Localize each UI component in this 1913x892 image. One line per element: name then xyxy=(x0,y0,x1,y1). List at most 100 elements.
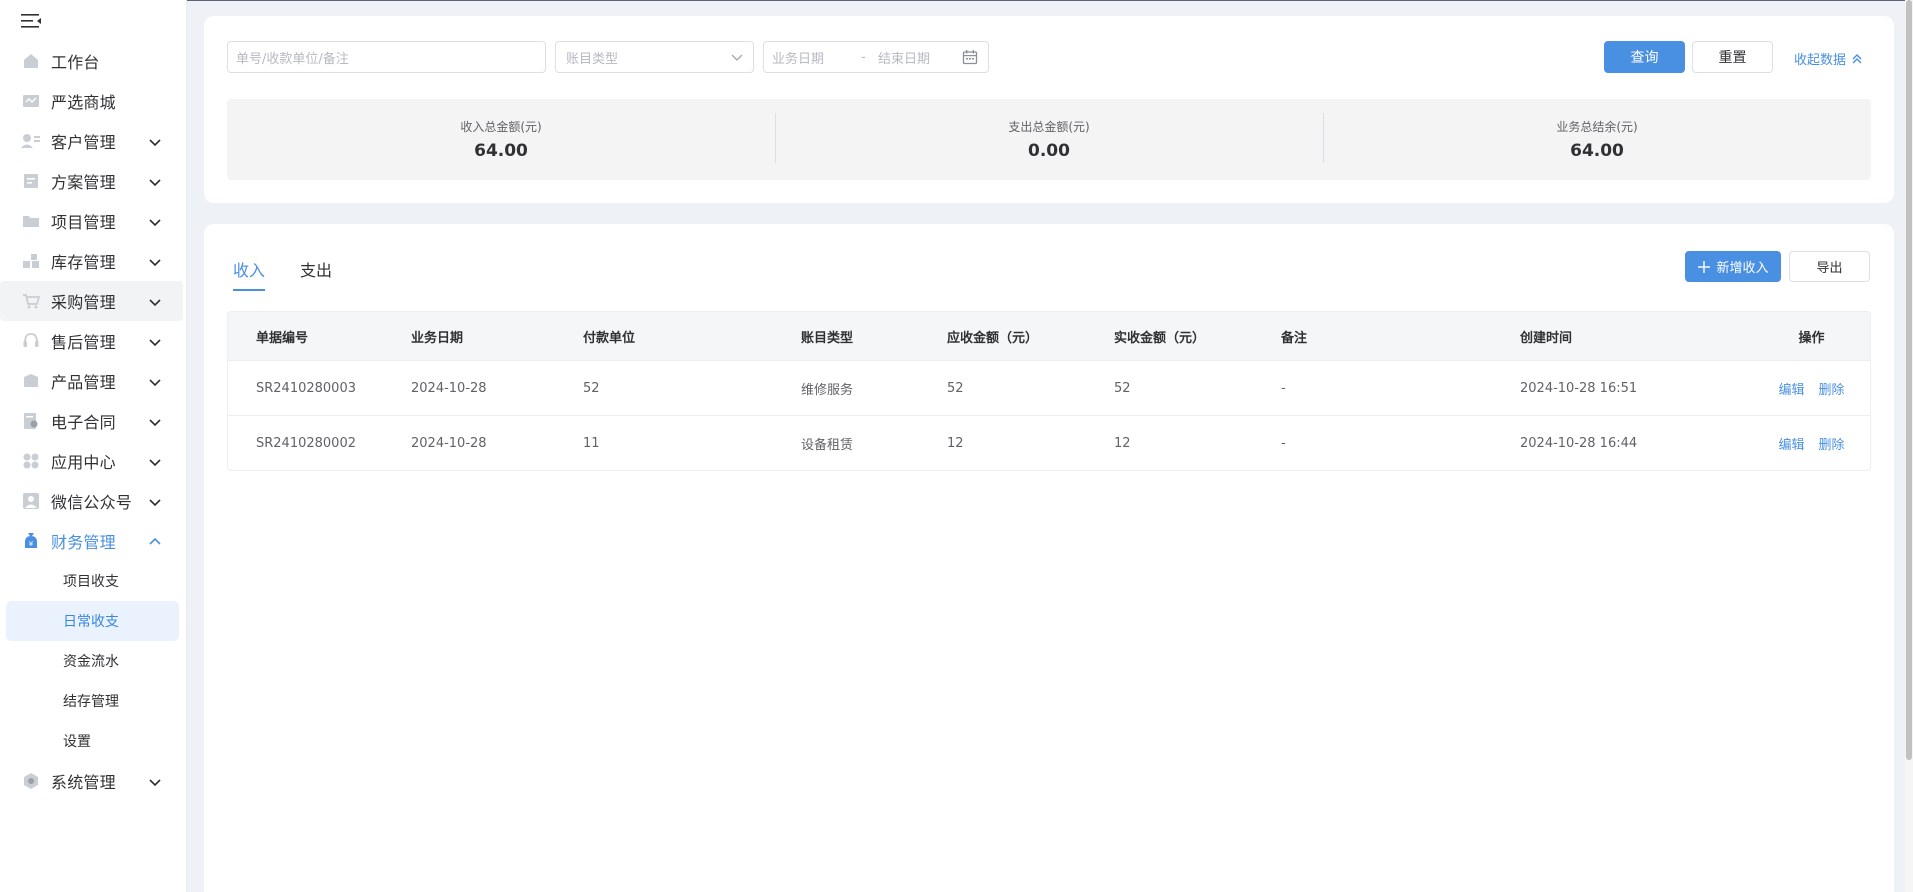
sidebar-item-finance[interactable]: ¥ 财务管理 xyxy=(0,521,183,561)
tab-expense[interactable]: 支出 xyxy=(300,257,332,291)
sidebar-item-label: 系统管理 xyxy=(51,773,116,792)
column-header: 创建时间 xyxy=(1520,330,1573,346)
cell-date: 2024-10-28 xyxy=(411,380,487,396)
start-date-placeholder: 业务日期 xyxy=(772,51,825,67)
sidebar-item-workbench[interactable]: 工作台 xyxy=(0,41,183,81)
table-row: SR2410280002 2024-10-28 11 设备租赁 12 12 - … xyxy=(228,415,1870,470)
cart-icon xyxy=(21,291,41,311)
sidebar-item-label: 产品管理 xyxy=(51,373,116,392)
inventory-icon xyxy=(21,251,41,271)
sidebar-item-purchase[interactable]: 采购管理 xyxy=(0,281,183,321)
sidebar-item-apps[interactable]: 应用中心 xyxy=(0,441,183,481)
sidebar-item-inventory[interactable]: 库存管理 xyxy=(0,241,183,281)
column-header: 业务日期 xyxy=(411,330,464,346)
sidebar-item-mall[interactable]: 严选商城 xyxy=(0,81,183,121)
date-range-picker[interactable]: 业务日期 - 结束日期 xyxy=(763,41,989,73)
scrollbar-thumb[interactable] xyxy=(1906,0,1912,760)
collapse-sidebar-icon[interactable] xyxy=(21,12,43,30)
reset-button[interactable]: 重置 xyxy=(1692,41,1773,73)
delete-link[interactable]: 删除 xyxy=(1819,379,1845,398)
end-date-placeholder: 结束日期 xyxy=(878,51,931,67)
sidebar-item-label: 财务管理 xyxy=(51,533,116,552)
plan-icon xyxy=(21,171,41,191)
sidebar-item-label: 电子合同 xyxy=(51,413,116,432)
sidebar-item-customer[interactable]: 客户管理 xyxy=(0,121,183,161)
chevron-up-icon xyxy=(148,534,162,548)
chevron-down-icon xyxy=(148,334,162,348)
column-header: 应收金额（元） xyxy=(947,330,1039,346)
sidebar-subitem-balance[interactable]: 结存管理 xyxy=(0,681,187,721)
sidebar-item-label: 项目管理 xyxy=(51,213,116,232)
sidebar-item-label: 采购管理 xyxy=(51,293,116,312)
cell-received: 12 xyxy=(1114,435,1131,451)
sidebar-subitem-daily-finance[interactable]: 日常收支 xyxy=(6,601,179,641)
sidebar-item-aftersales[interactable]: 售后管理 xyxy=(0,321,183,361)
sidebar-item-label: 售后管理 xyxy=(51,333,116,352)
sidebar-item-label: 微信公众号 xyxy=(51,493,133,512)
column-header: 付款单位 xyxy=(583,330,636,346)
chevron-down-icon xyxy=(148,414,162,428)
delete-link[interactable]: 删除 xyxy=(1819,434,1845,453)
tab-income[interactable]: 收入 xyxy=(233,257,266,291)
query-button[interactable]: 查询 xyxy=(1604,41,1685,73)
chevron-down-icon xyxy=(148,134,162,148)
table-header: 单据编号 业务日期 付款单位 账目类型 应收金额（元） 实收金额（元） 备注 创… xyxy=(228,312,1870,360)
cell-note: - xyxy=(1281,435,1286,451)
cell-type: 设备租赁 xyxy=(801,437,854,453)
cell-receivable: 12 xyxy=(947,435,964,451)
records-table: 单据编号 业务日期 付款单位 账目类型 应收金额（元） 实收金额（元） 备注 创… xyxy=(227,311,1871,471)
summary-value: 64.00 xyxy=(1570,141,1624,161)
chevron-down-icon xyxy=(148,294,162,308)
edit-link[interactable]: 编辑 xyxy=(1778,379,1804,398)
column-header: 账目类型 xyxy=(801,330,854,346)
headset-icon xyxy=(21,331,41,351)
add-income-button[interactable]: 新增收入 xyxy=(1685,251,1781,282)
cell-receivable: 52 xyxy=(947,380,964,396)
sidebar-item-project[interactable]: 项目管理 xyxy=(0,201,183,241)
cell-type: 维修服务 xyxy=(801,382,854,398)
summary-label: 支出总金额(元) xyxy=(1008,120,1090,134)
chevron-down-icon xyxy=(148,374,162,388)
product-icon xyxy=(21,371,41,391)
window-top-border xyxy=(0,0,1913,1)
double-chevron-up-icon xyxy=(1852,53,1862,63)
export-button[interactable]: 导出 xyxy=(1789,251,1870,282)
cell-actions: 编辑 删除 xyxy=(1753,379,1870,398)
chevron-down-icon xyxy=(148,494,162,508)
chevron-down-icon xyxy=(148,774,162,788)
edit-link[interactable]: 编辑 xyxy=(1778,434,1804,453)
sidebar-item-label: 客户管理 xyxy=(51,133,116,152)
table-row: SR2410280003 2024-10-28 52 维修服务 52 52 - … xyxy=(228,360,1870,415)
sidebar-item-product[interactable]: 产品管理 xyxy=(0,361,183,401)
search-input[interactable]: 单号/收款单位/备注 xyxy=(227,41,546,73)
cell-payer: 52 xyxy=(583,380,600,396)
summary-label: 收入总金额(元) xyxy=(460,120,542,134)
sidebar-item-system[interactable]: 系统管理 xyxy=(0,761,183,801)
sidebar-item-wechat[interactable]: 微信公众号 xyxy=(0,481,183,521)
filter-card: 单号/收款单位/备注 账目类型 业务日期 - 结束日期 查询 重置 收起数据 收… xyxy=(204,16,1894,203)
sidebar: 工作台 严选商城 客户管理 方案管理 项目管理 库存管理 采购管理 售后管理 产… xyxy=(0,0,187,892)
column-header: 备注 xyxy=(1281,330,1308,346)
collapse-data-link[interactable]: 收起数据 xyxy=(1794,49,1863,68)
column-header: 操作 xyxy=(1798,330,1825,346)
cell-id: SR2410280002 xyxy=(256,435,356,451)
vertical-scrollbar[interactable] xyxy=(1905,0,1913,892)
summary-expense: 支出总金额(元) 0.00 xyxy=(775,99,1323,180)
svg-text:¥: ¥ xyxy=(29,540,34,548)
chevron-down-icon xyxy=(731,51,743,63)
cell-actions: 编辑 删除 xyxy=(1753,434,1870,453)
sidebar-item-label: 工作台 xyxy=(51,53,100,72)
summary-value: 64.00 xyxy=(474,141,528,161)
date-separator: - xyxy=(861,49,866,65)
mall-icon xyxy=(21,91,41,111)
cell-date: 2024-10-28 xyxy=(411,435,487,451)
cell-created: 2024-10-28 16:51 xyxy=(1520,380,1638,396)
chevron-down-icon xyxy=(148,254,162,268)
cell-created: 2024-10-28 16:44 xyxy=(1520,435,1638,451)
sidebar-item-contract[interactable]: 电子合同 xyxy=(0,401,183,441)
sidebar-subitem-project-finance[interactable]: 项目收支 xyxy=(0,561,187,601)
sidebar-item-plan[interactable]: 方案管理 xyxy=(0,161,183,201)
sidebar-subitem-settings[interactable]: 设置 xyxy=(0,721,187,761)
type-select[interactable]: 账目类型 xyxy=(555,41,754,73)
sidebar-subitem-cash-flow[interactable]: 资金流水 xyxy=(0,641,187,681)
